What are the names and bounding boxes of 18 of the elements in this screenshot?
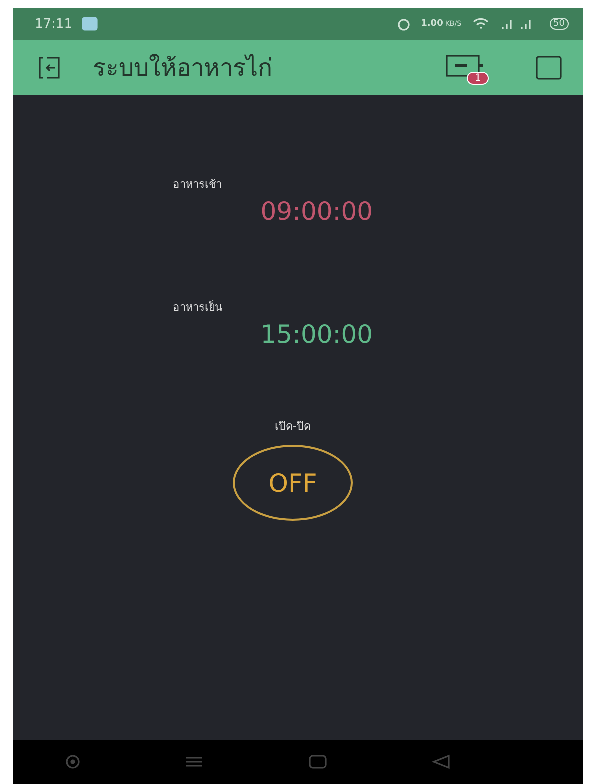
switch-label: เปิด-ปิด bbox=[275, 419, 311, 435]
menu-icon[interactable] bbox=[184, 754, 204, 770]
app-title: ระบบให้อาหารไก่ bbox=[92, 53, 274, 84]
timer-value: 09:00:00 bbox=[260, 197, 373, 226]
network-speed: 1.00 bbox=[421, 19, 444, 29]
square-icon[interactable] bbox=[535, 54, 563, 80]
timer-label: อาหารเย็น bbox=[173, 299, 224, 316]
exit-icon[interactable] bbox=[37, 54, 63, 80]
home-icon[interactable] bbox=[308, 754, 328, 770]
battery-level: 50 bbox=[550, 18, 569, 30]
timer-label: อาหารเช้า bbox=[173, 177, 223, 193]
wifi-icon bbox=[472, 17, 490, 31]
clock-time: 17:11 bbox=[35, 16, 72, 32]
assistant-icon[interactable] bbox=[64, 754, 81, 770]
back-icon[interactable] bbox=[431, 754, 452, 770]
notification-badge: 1 bbox=[467, 72, 490, 84]
timer-value: 15:00:00 bbox=[260, 320, 373, 349]
power-toggle-button[interactable]: OFF bbox=[233, 445, 353, 521]
